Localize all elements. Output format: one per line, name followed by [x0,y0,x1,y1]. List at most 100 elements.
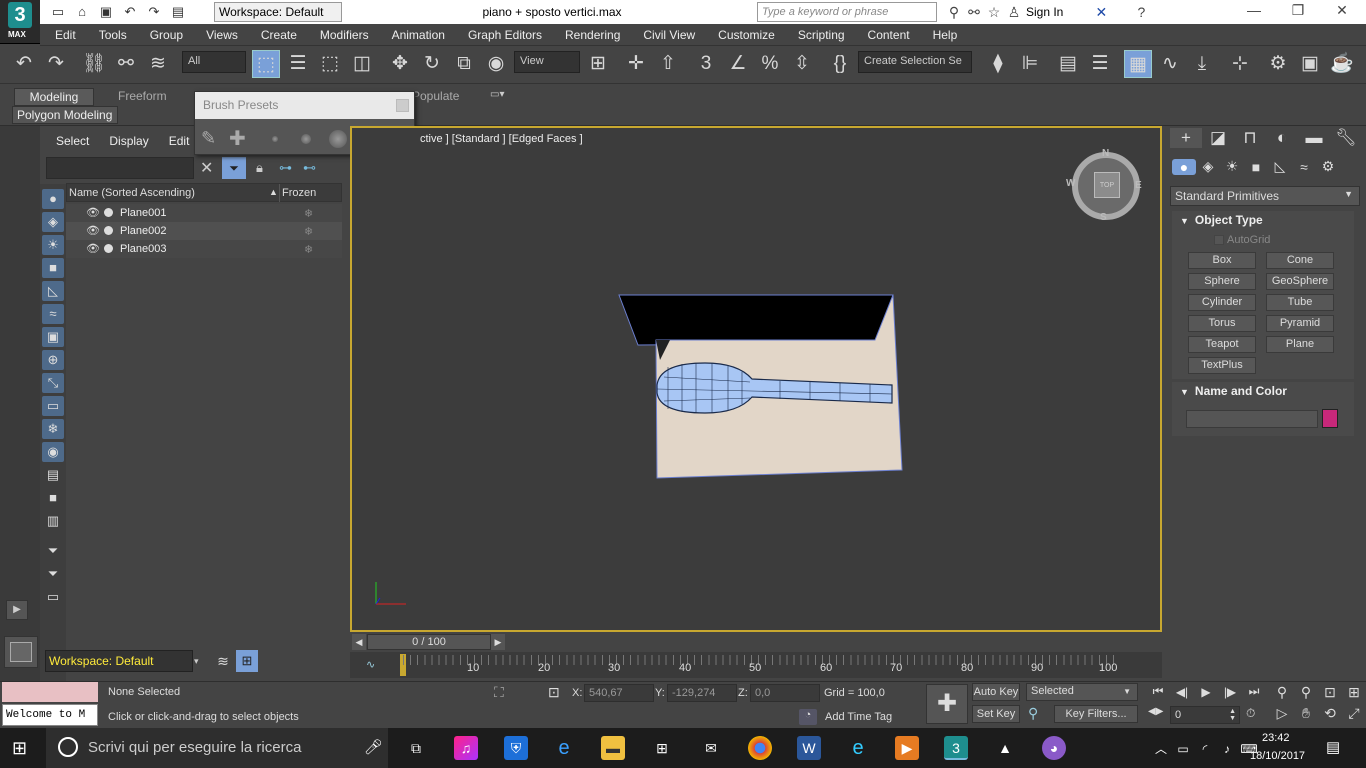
primitive-category-dropdown[interactable]: Standard Primitives ▼ [1170,186,1360,206]
pyramid-button[interactable]: Pyramid [1266,315,1334,332]
dope-sheet-icon[interactable]: ⤓ [1188,50,1216,78]
layer-explorer-icon[interactable]: ▤ [1054,50,1082,78]
display-spacewarps-icon[interactable]: ≈ [42,304,64,324]
object-type-rollout-header[interactable]: ▼ Object Type [1172,211,1354,231]
auto-key-button[interactable]: Auto Key [972,683,1020,701]
compass-south[interactable]: S [1100,212,1107,223]
object-name-input[interactable] [1186,410,1318,428]
time-tag-icon[interactable]: ◔ [799,709,817,725]
add-time-tag[interactable]: Add Time Tag [825,711,892,723]
space-warps-icon[interactable]: ≈ [1292,159,1316,175]
brush-settings-icon[interactable]: ✎ [201,128,216,149]
select-by-name-icon[interactable]: ☰ [284,50,312,78]
action-center-icon[interactable]: ▤ [1326,738,1340,756]
object-color-swatch[interactable] [1322,409,1338,428]
brush-preset-dot[interactable] [272,136,278,142]
teapot-button[interactable]: Teapot [1188,336,1256,353]
snaps-toggle-icon[interactable]: 3 [692,50,720,78]
display-frozen-icon[interactable]: ❄ [42,419,64,439]
field-of-view-icon[interactable]: ▷ [1270,705,1294,726]
display-hidden-icon[interactable]: ◉ [42,442,64,462]
create-tab-icon[interactable]: + [1170,128,1202,148]
sphere-button[interactable]: Sphere [1188,273,1256,290]
display-tab-icon[interactable]: ▬ [1298,128,1330,148]
scale-icon[interactable]: ⧉ [450,50,478,78]
menu-help[interactable]: Help [918,24,966,46]
schematic-view-icon[interactable]: ⊹ [1226,50,1254,78]
rectangular-selection-icon[interactable]: ⬚ [316,50,344,78]
time-configuration-icon[interactable]: ⏱ [1246,706,1255,721]
itunes-icon[interactable]: ♫ [454,736,478,760]
lock-icon[interactable]: 🔒︎ [256,160,263,176]
motion-tab-icon[interactable]: ◐ [1266,128,1298,148]
minimize-icon[interactable]: — [1232,0,1276,20]
previous-key-icon[interactable]: ◀| [1170,685,1194,699]
percent-snap-icon[interactable]: % [756,50,784,78]
undo-icon[interactable]: ↶ [120,3,140,21]
window-crossing-icon[interactable]: ◫ [348,50,376,78]
render-production-icon[interactable]: ☕ [1328,50,1356,78]
menu-tools[interactable]: Tools [84,24,135,46]
scene-explorer-icon[interactable]: ▦ [1124,50,1152,78]
menu-scripting[interactable]: Scripting [783,24,853,46]
store-icon[interactable]: ⊞ [650,736,674,760]
toggle-ribbon-icon[interactable]: ☰ [1086,50,1114,78]
maxscript-listener-input[interactable]: Welcome to M [2,704,98,726]
plane-button[interactable]: Plane [1266,336,1334,353]
play-icon[interactable]: ▶ [1194,685,1218,699]
scene-row[interactable]: 👁︎ Plane001 ❄ [66,204,342,222]
select-manipulate-icon[interactable]: ✛ [622,50,650,78]
pan-icon[interactable]: ✋︎ [1294,705,1318,726]
tab-populate[interactable]: Populate [412,88,459,106]
clear-filter-icon[interactable]: ✕ [200,158,213,178]
project-folder-icon[interactable]: ▤ [168,3,188,21]
menu-civil-view[interactable]: Civil View [628,24,703,46]
rendered-frame-icon[interactable]: ▣ [1296,50,1324,78]
sign-in-link[interactable]: Sign In [1026,5,1063,19]
unlink-icon[interactable]: ⚯ [112,50,140,78]
polygon-modeling-panel[interactable]: Polygon Modeling [12,106,118,124]
set-key-icon[interactable]: ✚ [926,684,968,724]
app-logo[interactable]: 3 MAX [0,0,40,44]
chrome-icon[interactable] [748,736,772,760]
menu-graph-editors[interactable]: Graph Editors [453,24,550,46]
menu-animation[interactable]: Animation [377,24,453,46]
rotate-icon[interactable]: ↻ [418,50,446,78]
task-view-icon[interactable]: ⧉ [404,736,428,760]
modify-tab-icon[interactable]: ◪ [1202,128,1234,148]
compass-east[interactable]: E [1135,180,1142,191]
star-icon[interactable]: ☆ [984,2,1004,22]
file-explorer-icon[interactable]: ▬ [601,736,625,760]
menu-group[interactable]: Group [135,24,191,46]
align-icon[interactable]: ⊫ [1016,50,1044,78]
display-helpers-icon[interactable]: ◺ [42,281,64,301]
filter-icon[interactable]: ⏷ [222,157,246,179]
mirror-icon[interactable]: ⧫ [984,50,1012,78]
menu-content[interactable]: Content [853,24,918,46]
box-button[interactable]: Box [1188,252,1256,269]
scene-menu-edit[interactable]: Edit [169,134,190,148]
systems-icon[interactable]: ⚙ [1316,158,1340,175]
binoculars-icon[interactable]: ⚲ [944,2,964,22]
selection-filter-dropdown[interactable]: All [182,51,246,73]
spinner-snap-icon[interactable]: ⇳ [788,50,816,78]
layers-icon[interactable]: ≋ [212,650,234,672]
viewcube-face-top[interactable]: TOP [1094,172,1120,198]
frozen-snowflake-icon[interactable]: ❄ [304,207,313,220]
menu-create[interactable]: Create [246,24,305,46]
autogrid-checkbox[interactable]: AutoGrid [1214,234,1270,246]
cone-button[interactable]: Cone [1266,252,1334,269]
x-coordinate-field[interactable]: 540,67 [584,684,654,702]
scene-menu-display[interactable]: Display [109,134,148,148]
defender-icon[interactable]: ⛨ [504,736,528,760]
viewcube[interactable]: TOP [1072,152,1140,220]
save-file-icon[interactable]: ▣ [96,3,116,21]
photos-icon[interactable]: ▲ [993,736,1017,760]
zoom-extents-all-icon[interactable]: ⊞ [1342,684,1366,705]
tab-modeling[interactable]: Modeling [14,88,94,106]
bind-space-warp-icon[interactable]: ≋ [144,50,172,78]
layer-sort-icon[interactable]: ⊷ [303,160,316,176]
maximize-icon[interactable]: ❐ [1276,0,1320,20]
edge-icon[interactable]: e [552,736,576,760]
add-preset-icon[interactable]: ✚ [229,126,246,151]
